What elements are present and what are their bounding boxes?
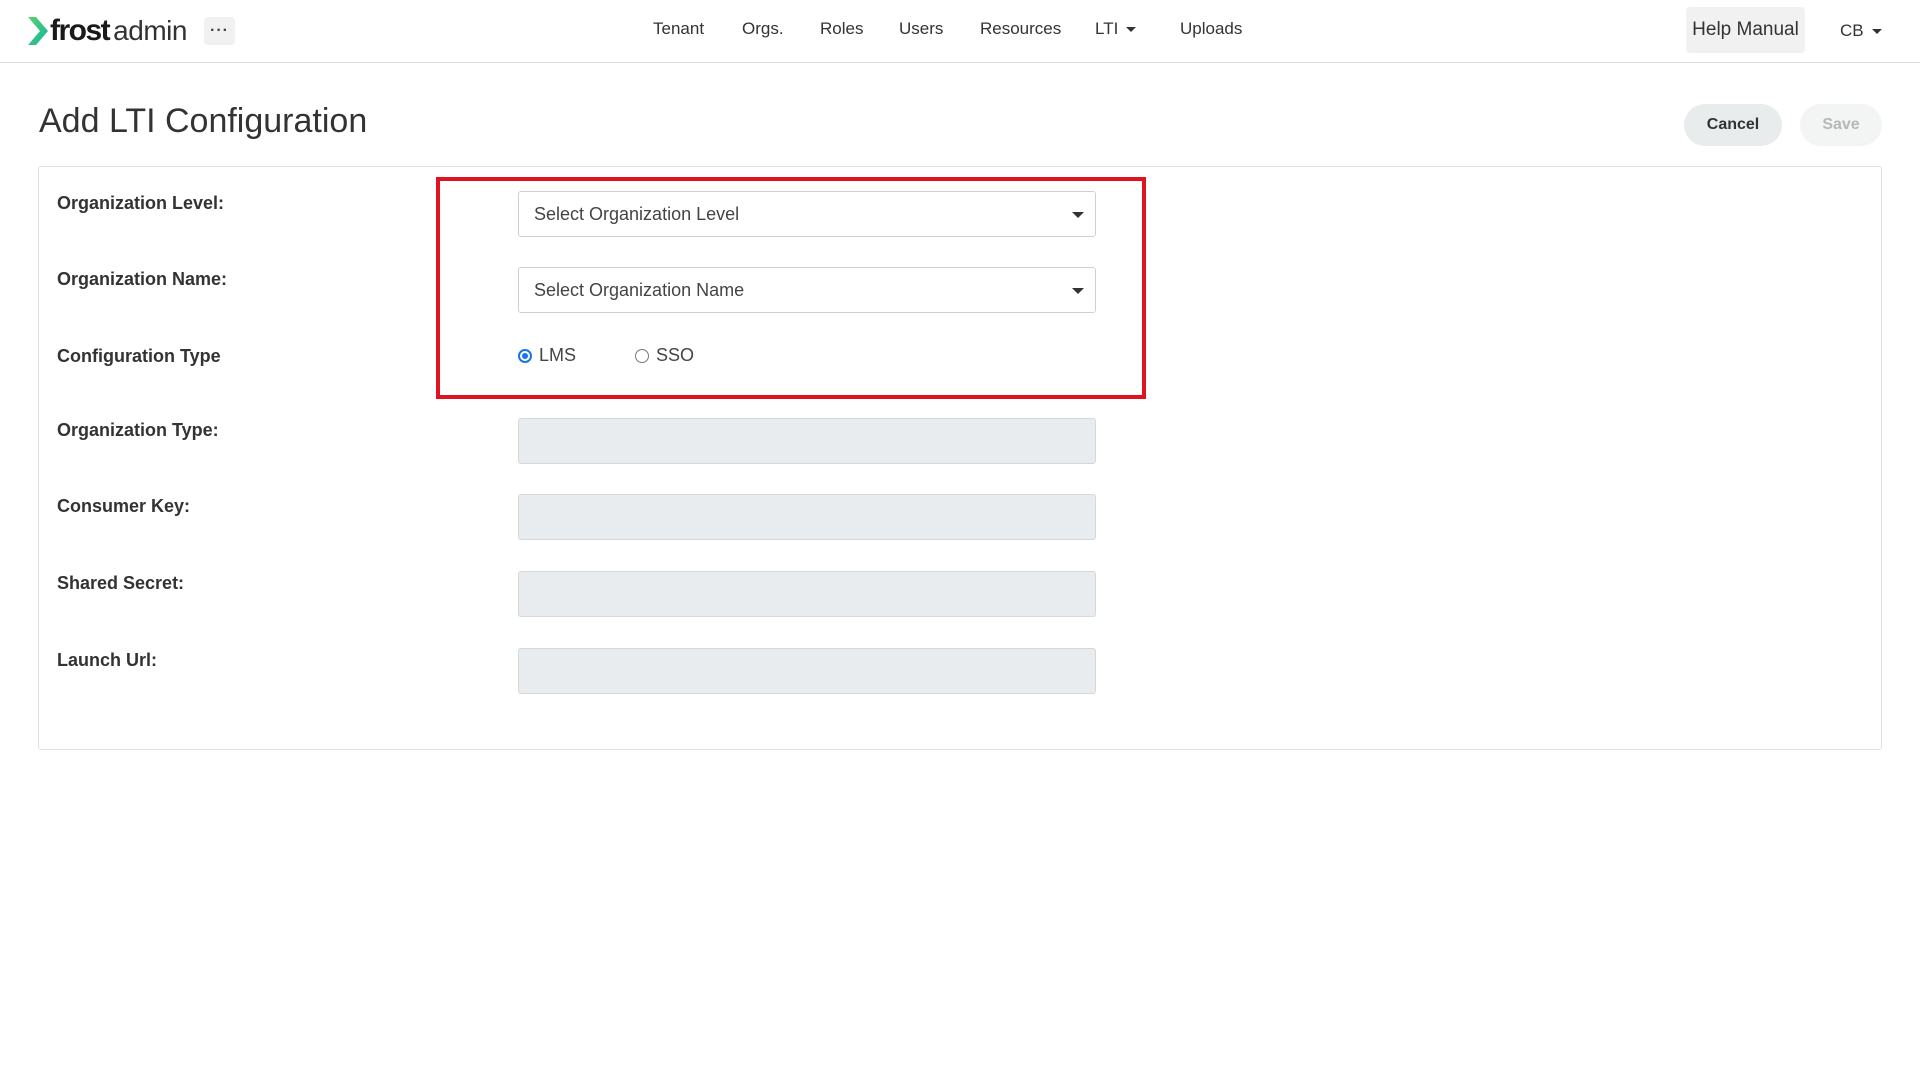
org-type-label: Organization Type:	[57, 420, 219, 440]
nav-resources[interactable]: Resources	[980, 19, 1061, 39]
frost-logo-icon	[28, 17, 48, 45]
launch-url-label: Launch Url:	[57, 650, 158, 670]
org-name-select-value: Select Organization Name	[534, 279, 745, 300]
save-button[interactable]: Save	[1800, 104, 1882, 146]
nav-users[interactable]: Users	[899, 19, 943, 39]
cancel-button[interactable]: Cancel	[1684, 104, 1782, 146]
help-manual-button[interactable]: Help Manual	[1686, 7, 1805, 53]
radio-checked-icon[interactable]	[518, 348, 532, 363]
radio-sso[interactable]: SSO	[635, 345, 694, 366]
chevron-down-icon	[1126, 27, 1137, 33]
nav-orgs[interactable]: Orgs.	[742, 19, 784, 39]
user-menu[interactable]: CB	[1840, 21, 1882, 41]
logo-sub: admin	[113, 15, 187, 46]
nav-lti-dropdown[interactable]: LTI	[1095, 19, 1137, 39]
top-navbar: frost admin ··· Tenant Orgs. Roles Users…	[0, 0, 1920, 63]
shared-secret-field	[518, 571, 1096, 617]
org-level-label: Organization Level:	[57, 193, 225, 213]
org-type-field	[518, 418, 1096, 464]
org-name-label: Organization Name:	[57, 269, 228, 289]
nav-uploads[interactable]: Uploads	[1180, 19, 1242, 39]
caret-down-icon	[1072, 288, 1084, 294]
config-type-label: Configuration Type	[57, 346, 221, 366]
nav-lti-label: LTI	[1095, 19, 1119, 38]
frost-admin-logo[interactable]: frost admin	[27, 14, 187, 48]
nav-roles[interactable]: Roles	[820, 19, 863, 39]
org-name-select[interactable]: Select Organization Name	[518, 267, 1096, 313]
radio-lms-label: LMS	[539, 345, 577, 365]
org-level-select-value: Select Organization Level	[534, 203, 740, 224]
chevron-down-icon	[1871, 29, 1882, 35]
radio-unchecked-icon[interactable]	[635, 348, 649, 363]
user-initials: CB	[1840, 21, 1864, 40]
more-menu-button[interactable]: ···	[204, 17, 235, 45]
shared-secret-label: Shared Secret:	[57, 573, 185, 593]
radio-sso-label: SSO	[656, 345, 695, 365]
consumer-key-label: Consumer Key:	[57, 496, 191, 516]
radio-lms[interactable]: LMS	[518, 345, 576, 366]
launch-url-field	[518, 648, 1096, 694]
page-title: Add LTI Configuration	[39, 102, 368, 140]
nav-tenant[interactable]: Tenant	[653, 19, 704, 39]
org-level-select[interactable]: Select Organization Level	[518, 191, 1096, 237]
logo-word: frost	[50, 14, 111, 47]
consumer-key-field	[518, 494, 1096, 540]
caret-down-icon	[1072, 212, 1084, 218]
